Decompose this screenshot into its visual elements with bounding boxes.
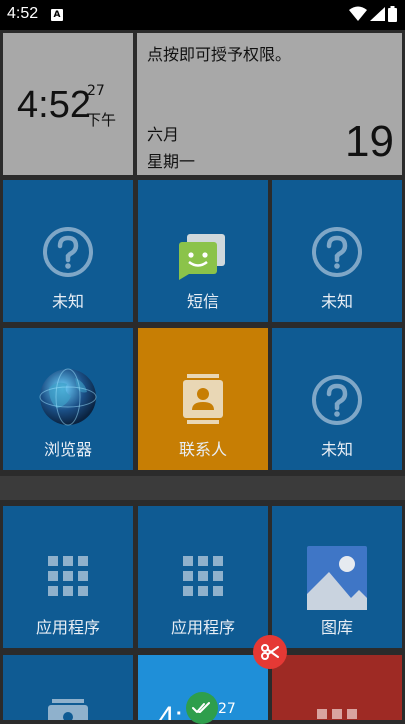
tile-gallery[interactable]: 图库: [272, 506, 402, 648]
double-check-icon: [192, 702, 210, 713]
bottom-clock-time: 4:: [158, 701, 184, 720]
tile-unknown-1[interactable]: 未知: [3, 180, 133, 322]
calendar-permission-message: 点按即可授予权限。: [147, 45, 292, 64]
tile-label: 短信: [186, 292, 219, 311]
scissors-icon: [261, 644, 279, 660]
notification-badge-icon: A: [51, 9, 63, 21]
app-grid-icon: [183, 556, 223, 596]
confirm-button[interactable]: [186, 692, 218, 724]
tile-label: 联系人: [178, 440, 227, 459]
clock-tile[interactable]: 4:52 27 下午: [3, 33, 133, 175]
group-divider: [0, 476, 405, 500]
globe-icon: [39, 368, 97, 426]
tile-label: 应用程序: [35, 618, 100, 637]
tile-browser[interactable]: 浏览器: [3, 328, 133, 470]
wifi-icon: [349, 6, 367, 21]
bottom-clock-seconds: 27: [218, 701, 236, 717]
calendar-day: 19: [345, 117, 394, 166]
tile-contacts[interactable]: 联系人: [138, 328, 268, 470]
question-icon: [43, 227, 93, 277]
tile-label: 应用程序: [170, 618, 235, 637]
tile-partial-1[interactable]: [3, 655, 133, 720]
message-icon: [179, 234, 225, 280]
signal-icon: [370, 7, 385, 21]
calendar-tile[interactable]: 点按即可授予权限。 六月 星期一 19: [137, 33, 402, 175]
tile-label: 未知: [51, 292, 84, 311]
tile-apps-1[interactable]: 应用程序: [3, 506, 133, 648]
question-icon: [312, 375, 362, 425]
tile-label: 浏览器: [43, 440, 92, 459]
app-grid-icon: [48, 556, 88, 596]
app-grid-icon: [317, 709, 357, 719]
battery-icon: [388, 6, 397, 22]
status-bar: 4:52 A: [0, 0, 405, 30]
contacts-icon: [183, 374, 223, 424]
tile-label: 图库: [320, 618, 353, 637]
clock-seconds: 27: [87, 83, 105, 99]
tile-partial-apps[interactable]: [272, 655, 402, 720]
tile-apps-2[interactable]: 应用程序: [138, 506, 268, 648]
calendar-month: 六月: [147, 125, 180, 144]
gallery-icon: [307, 546, 367, 610]
tile-label: 未知: [320, 292, 353, 311]
clock-ampm: 下午: [86, 111, 117, 129]
tile-sms[interactable]: 短信: [138, 180, 268, 322]
clock-time: 4:52: [17, 84, 91, 126]
calendar-weekday: 星期一: [147, 152, 196, 171]
tile-label: 未知: [320, 440, 353, 459]
system-icons: [349, 6, 397, 22]
tile-unknown-2[interactable]: 未知: [272, 180, 402, 322]
contacts-icon: [48, 699, 88, 720]
question-icon: [312, 227, 362, 277]
tile-unknown-3[interactable]: 未知: [272, 328, 402, 470]
status-time: 4:52: [7, 5, 39, 22]
cut-button[interactable]: [253, 635, 287, 669]
